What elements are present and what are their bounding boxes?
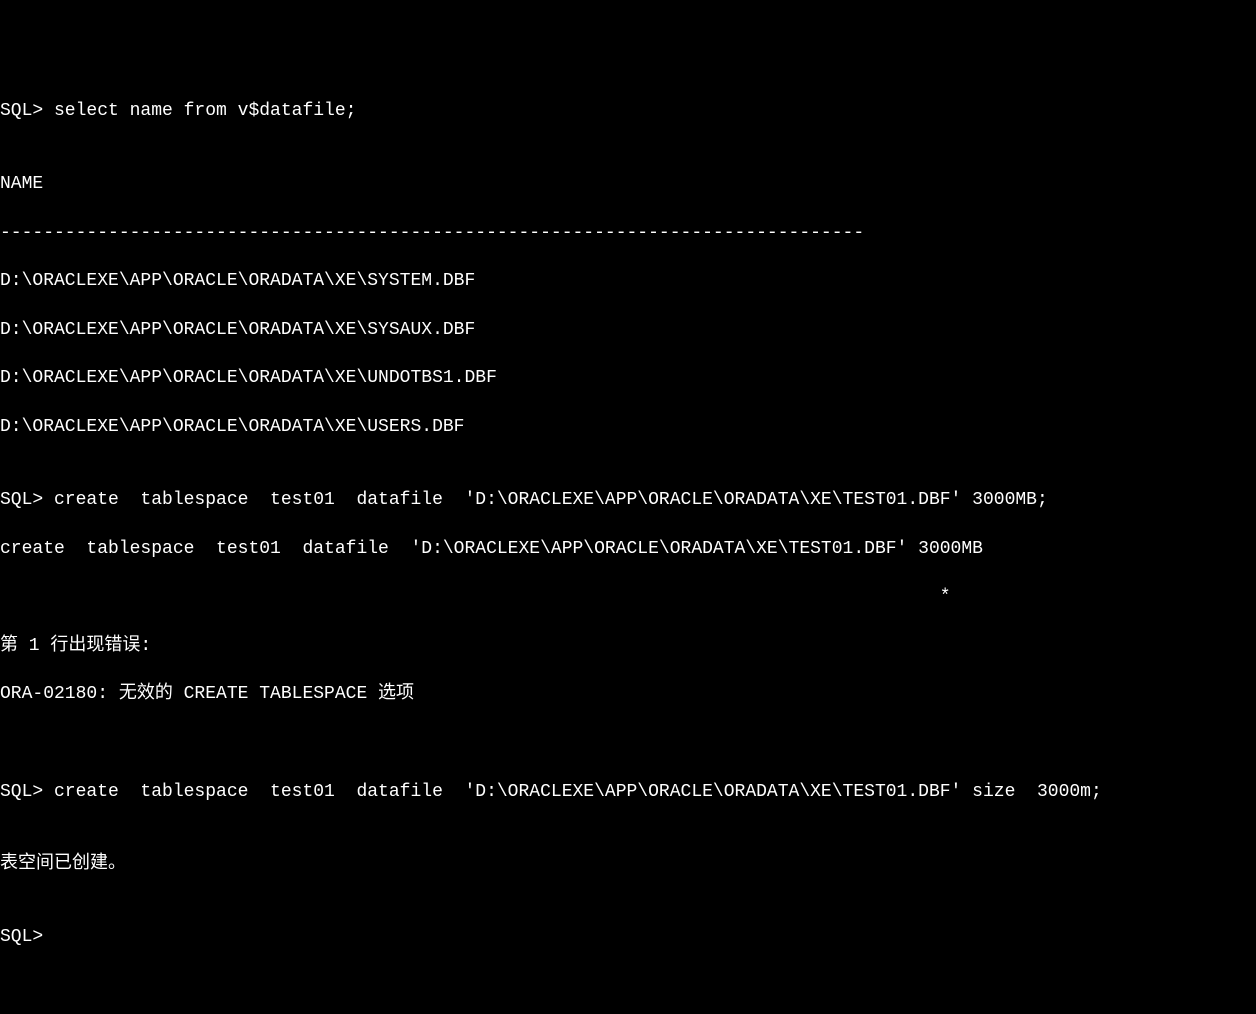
result-row: D:\ORACLEXE\APP\ORACLE\ORADATA\XE\USERS.… <box>0 415 1256 439</box>
separator-line: ----------------------------------------… <box>0 221 1256 245</box>
prompt-line[interactable]: SQL> select name from v$datafile; <box>0 99 1256 123</box>
prompt-line[interactable]: SQL> create tablespace test01 datafile '… <box>0 488 1256 512</box>
error-marker: * <box>0 585 1256 609</box>
error-line: 第 1 行出现错误: <box>0 634 1256 658</box>
prompt-line[interactable]: SQL> create tablespace test01 datafile '… <box>0 780 1256 804</box>
success-message: 表空间已创建。 <box>0 852 1256 876</box>
prompt-line[interactable]: SQL> <box>0 925 1256 949</box>
result-row: D:\ORACLEXE\APP\ORACLE\ORADATA\XE\SYSTEM… <box>0 269 1256 293</box>
result-row: D:\ORACLEXE\APP\ORACLE\ORADATA\XE\UNDOTB… <box>0 366 1256 390</box>
result-row: D:\ORACLEXE\APP\ORACLE\ORADATA\XE\SYSAUX… <box>0 318 1256 342</box>
error-message: ORA-02180: 无效的 CREATE TABLESPACE 选项 <box>0 682 1256 706</box>
column-header: NAME <box>0 172 1256 196</box>
echo-line: create tablespace test01 datafile 'D:\OR… <box>0 537 1256 561</box>
